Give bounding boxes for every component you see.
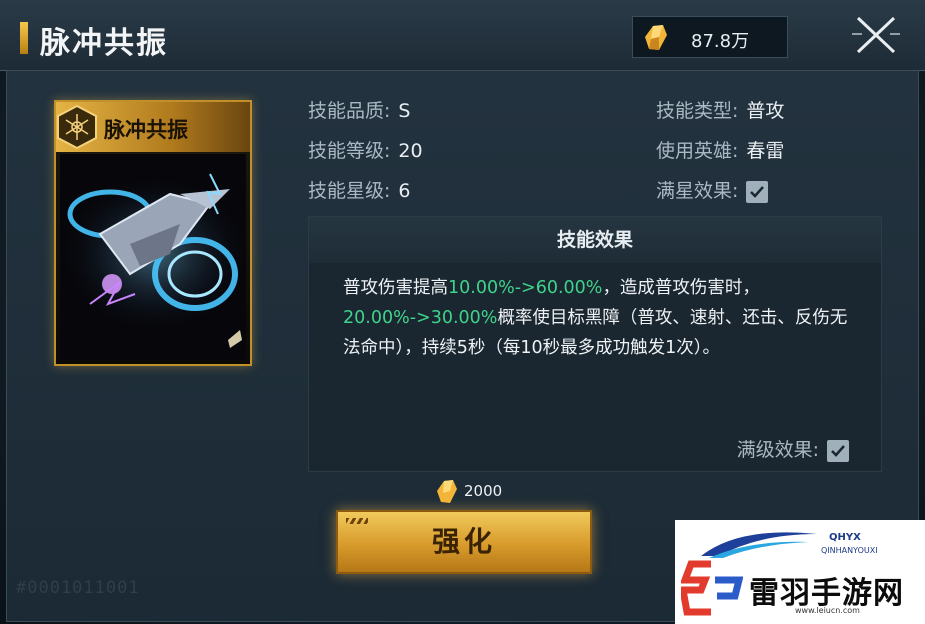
title-bar: 脉冲共振 87.8万 — [0, 0, 925, 71]
checkmark-icon — [831, 444, 845, 457]
skill-star-label: 技能星级: — [308, 180, 391, 202]
currency-display: 87.8万 — [632, 16, 788, 58]
title-accent-bar — [20, 22, 28, 54]
hero-value: 春雷 — [746, 140, 785, 162]
drone-artwork — [60, 154, 246, 360]
hero-row: 使用英雄: 春雷 — [656, 136, 784, 163]
watermark-small-text: QHYX — [829, 532, 861, 543]
currency-amount: 87.8万 — [691, 31, 750, 52]
site-logo-icon — [681, 560, 743, 616]
skill-level-row: 技能等级: 20 — [308, 136, 423, 163]
max-level-label: 满级效果: — [736, 439, 819, 461]
skill-star-row: 技能星级: 6 — [308, 176, 411, 203]
skill-star-value: 6 — [398, 180, 411, 202]
watermark-sub-text: QINHANYOUXI — [821, 546, 878, 555]
swoosh-logo-icon — [701, 532, 817, 558]
max-level-checkbox[interactable] — [827, 439, 849, 462]
skill-card: 脉冲共振 — [54, 100, 252, 366]
skill-type-value: 普攻 — [746, 100, 785, 122]
watermark-url: www.leiucn.com — [795, 606, 860, 615]
site-watermark: QHYX QINHANYOUXI 雷羽手游网 www.leiucn.com — [675, 520, 925, 624]
full-star-checkbox[interactable] — [746, 180, 769, 203]
skill-effect-description: 普攻伤害提高10.00%->60.00%，造成普攻伤害时， 20.00%->30.… — [343, 273, 863, 363]
item-id: #0001011001 — [16, 578, 140, 598]
card-name: 脉冲共振 — [104, 117, 188, 142]
effect-text-1: 普攻伤害提高 — [343, 278, 448, 298]
gold-crystal-icon — [645, 25, 667, 50]
skill-type-label: 技能类型: — [656, 100, 739, 122]
upgrade-cost-value: 2000 — [464, 482, 503, 500]
full-star-row: 满星效果: — [656, 176, 769, 203]
upgrade-button-label: 强化 — [431, 525, 496, 558]
skill-level-value: 20 — [398, 140, 423, 162]
max-level-row: 满级效果: — [737, 435, 849, 462]
upgrade-button[interactable]: 强化 — [336, 510, 592, 574]
effect-highlight-1: 10.00%->60.00% — [448, 278, 603, 298]
skill-effect-heading: 技能效果 — [309, 217, 881, 263]
skill-effect-box: 技能效果 普攻伤害提高10.00%->60.00%，造成普攻伤害时， 20.00%… — [308, 216, 882, 472]
skill-level-label: 技能等级: — [308, 140, 391, 162]
close-icon — [852, 16, 900, 54]
checkmark-icon — [750, 185, 765, 198]
skill-quality-value: S — [398, 100, 411, 122]
skill-quality-row: 技能品质: S — [308, 96, 410, 123]
gold-crystal-icon — [437, 480, 457, 503]
skill-type-row: 技能类型: 普攻 — [656, 96, 784, 123]
effect-text-2: ，造成普攻伤害时， — [602, 278, 760, 298]
effect-highlight-2: 20.00%->30.00% — [343, 308, 498, 328]
window-title: 脉冲共振 — [40, 26, 168, 61]
card-header: 脉冲共振 — [56, 102, 250, 152]
hero-label: 使用英雄: — [656, 140, 739, 162]
full-star-label: 满星效果: — [656, 180, 739, 202]
close-button[interactable] — [848, 8, 904, 60]
skill-quality-label: 技能品质: — [308, 100, 391, 122]
hexagon-emblem-icon — [57, 104, 97, 150]
